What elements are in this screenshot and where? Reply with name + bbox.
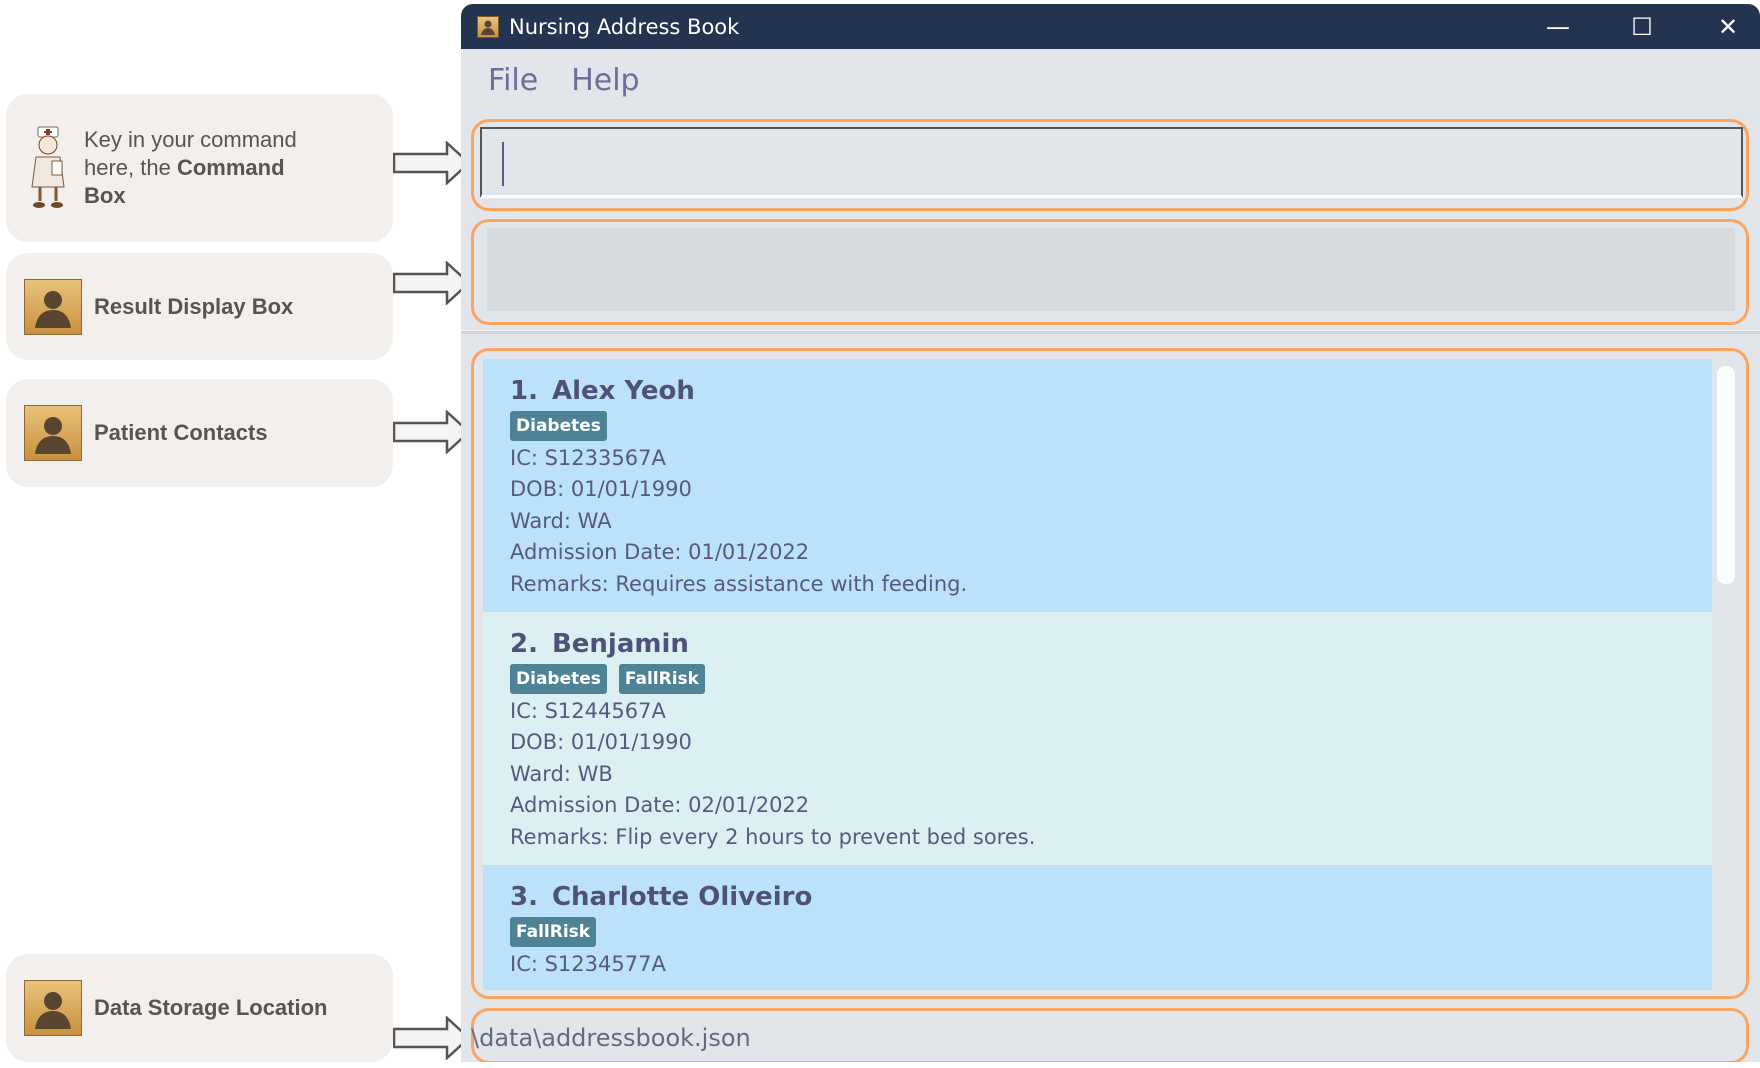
patient-ward: Ward: WA — [510, 508, 612, 533]
patient-card[interactable]: 2. Benjamin Diabetes FallRisk IC: S1244567… — [483, 612, 1712, 865]
callout-text: Key in your command here, the Command Bo… — [84, 127, 297, 208]
tag: FallRisk — [618, 664, 705, 694]
person-icon — [24, 278, 82, 335]
command-box[interactable] — [480, 127, 1743, 198]
patient-name: Charlotte Oliveiro — [551, 882, 813, 912]
patient-remarks: Remarks: Requires assistance with feedin… — [510, 571, 968, 596]
arrow-right-icon — [393, 261, 471, 305]
callout-command-box: Key in your command here, the Command Bo… — [6, 94, 393, 242]
patient-ic: IC: S1244567A — [510, 699, 666, 723]
patient-name: Alex Yeoh — [551, 376, 695, 406]
patient-card[interactable]: 3. Charlotte Oliveiro FallRisk IC: S12345… — [483, 865, 1712, 990]
arrow-right-icon — [393, 1016, 471, 1060]
patient-admission: Admission Date: 01/01/2022 — [510, 540, 810, 565]
patient-dob: DOB: 01/01/1990 — [510, 730, 692, 755]
callout-data-storage: Data Storage Location — [6, 954, 393, 1062]
patient-name: Benjamin — [551, 629, 689, 659]
close-button[interactable]: ✕ — [1698, 4, 1758, 49]
patient-admission: Admission Date: 02/01/2022 — [510, 793, 810, 818]
menu-bar: File Help — [461, 49, 1760, 112]
person-icon — [24, 980, 82, 1036]
patient-ward: Ward: WB — [510, 761, 613, 786]
app-window: Nursing Address Book — ☐ ✕ File Help 1. A… — [461, 4, 1760, 1062]
patient-index: 2. — [510, 629, 538, 659]
callout-label: Patient Contacts — [94, 420, 268, 445]
minimize-button[interactable]: — — [1528, 4, 1588, 49]
title-bar: Nursing Address Book — ☐ ✕ — [461, 4, 1760, 49]
callout-result-display: Result Display Box — [6, 253, 393, 360]
menu-file[interactable]: File — [488, 63, 538, 98]
storage-path: \data\addressbook.json — [471, 1024, 751, 1052]
callout-label: Result Display Box — [94, 293, 294, 319]
arrow-right-icon — [393, 410, 471, 454]
menu-help[interactable]: Help — [571, 63, 639, 98]
callout-label: Data Storage Location — [94, 995, 328, 1020]
text-caret — [502, 142, 504, 186]
patient-remarks: Remarks: Flip every 2 hours to prevent b… — [510, 824, 1036, 849]
patient-index: 1. — [510, 376, 538, 406]
arrow-right-icon — [393, 141, 471, 185]
patient-ic: IC: S1233567A — [510, 446, 666, 470]
patient-dob: DOB: 01/01/1990 — [510, 477, 692, 502]
patient-index: 3. — [510, 882, 538, 912]
tag: FallRisk — [510, 917, 597, 947]
patient-card[interactable]: 1. Alex Yeoh Diabetes IC: S1233567A DOB: … — [483, 359, 1712, 612]
nurse-icon — [31, 126, 65, 208]
result-display-box — [487, 228, 1735, 311]
person-icon — [24, 405, 82, 461]
window-title: Nursing Address Book — [509, 14, 740, 39]
maximize-button[interactable]: ☐ — [1612, 4, 1672, 49]
patient-list[interactable]: 1. Alex Yeoh Diabetes IC: S1233567A DOB: … — [483, 359, 1712, 990]
app-icon — [477, 15, 499, 38]
patient-ic: IC: S1234577A — [510, 952, 666, 976]
tag: Diabetes — [510, 411, 607, 441]
tag: Diabetes — [510, 664, 607, 694]
divider — [461, 330, 1760, 334]
callout-patient-contacts: Patient Contacts — [6, 379, 393, 487]
scrollbar-thumb[interactable] — [1717, 366, 1735, 584]
